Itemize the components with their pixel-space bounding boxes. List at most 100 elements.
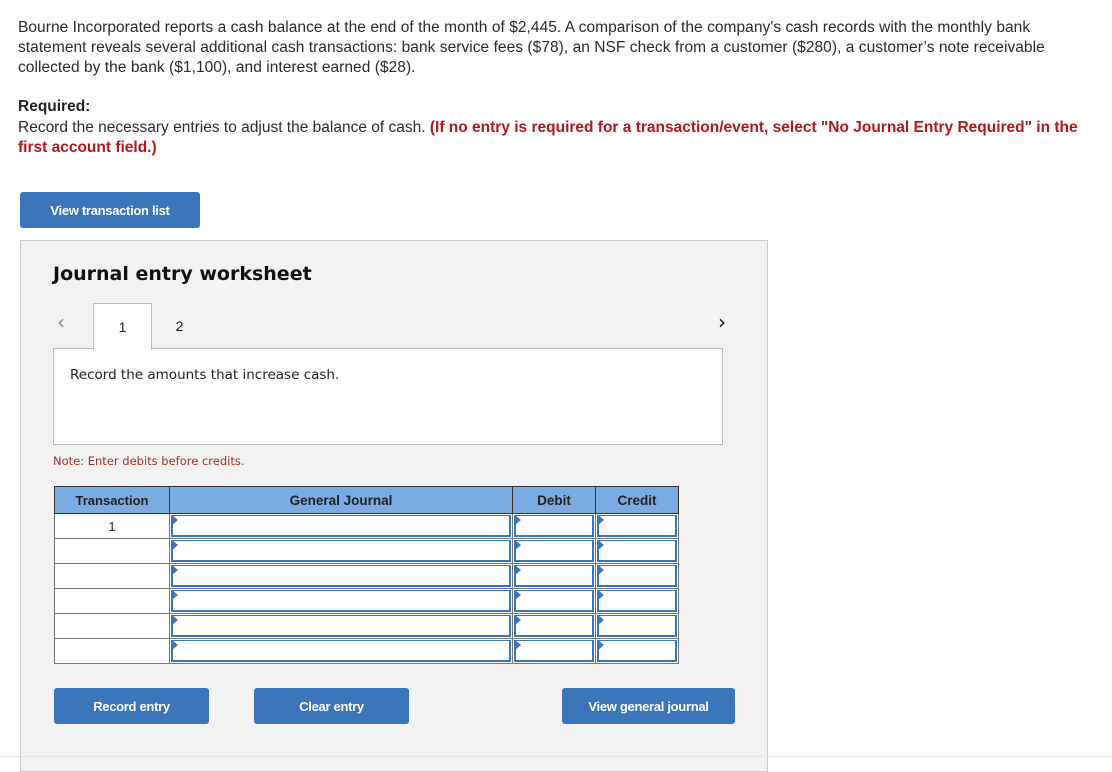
header-general-journal: General Journal bbox=[169, 486, 513, 514]
field-marker-icon bbox=[172, 615, 178, 625]
account-field[interactable] bbox=[171, 615, 511, 637]
header-debit: Debit bbox=[512, 486, 596, 514]
field-marker-icon bbox=[515, 540, 521, 550]
field-marker-icon bbox=[515, 640, 521, 650]
instruction-text: Record the amounts that increase cash. bbox=[70, 367, 340, 383]
credit-field-cell bbox=[595, 563, 679, 589]
required-text: Record the necessary entries to adjust t… bbox=[18, 118, 1093, 158]
field-marker-icon bbox=[515, 565, 521, 575]
field-marker-icon bbox=[172, 540, 178, 550]
credit-field-cell bbox=[595, 513, 679, 539]
transaction-cell bbox=[54, 563, 170, 589]
debit-field[interactable] bbox=[514, 615, 594, 637]
credit-field-input[interactable] bbox=[599, 566, 675, 585]
field-marker-icon bbox=[515, 515, 521, 525]
journal-entry-worksheet: Journal entry worksheet ‹ 1 2 › Record t… bbox=[20, 240, 768, 772]
account-field-input[interactable] bbox=[173, 566, 509, 585]
account-field-cell bbox=[169, 588, 513, 614]
table-row bbox=[54, 613, 679, 639]
field-marker-icon bbox=[598, 590, 604, 600]
field-marker-icon bbox=[172, 565, 178, 575]
problem-statement: Bourne Incorporated reports a cash balan… bbox=[18, 19, 1045, 76]
account-field[interactable] bbox=[171, 640, 511, 662]
credit-field[interactable] bbox=[597, 565, 677, 587]
debit-field-cell bbox=[512, 638, 596, 664]
account-field-cell bbox=[169, 538, 513, 564]
account-field[interactable] bbox=[171, 515, 511, 537]
required-label: Required: bbox=[18, 98, 91, 115]
clear-entry-button[interactable]: Clear entry bbox=[254, 688, 409, 724]
field-marker-icon bbox=[515, 590, 521, 600]
table-row bbox=[54, 588, 679, 614]
account-field[interactable] bbox=[171, 565, 511, 587]
account-field-cell bbox=[169, 513, 513, 539]
debit-field[interactable] bbox=[514, 565, 594, 587]
field-marker-icon bbox=[172, 590, 178, 600]
debit-field-input[interactable] bbox=[516, 516, 592, 535]
chevron-right-icon[interactable]: › bbox=[718, 310, 726, 334]
debit-field[interactable] bbox=[514, 540, 594, 562]
account-field-cell bbox=[169, 638, 513, 664]
debit-field-input[interactable] bbox=[516, 641, 592, 660]
account-field-input[interactable] bbox=[173, 616, 509, 635]
field-marker-icon bbox=[598, 540, 604, 550]
field-marker-icon bbox=[515, 615, 521, 625]
account-field[interactable] bbox=[171, 540, 511, 562]
header-credit: Credit bbox=[595, 486, 679, 514]
view-transaction-list-button[interactable]: View transaction list bbox=[20, 192, 200, 228]
view-general-journal-button[interactable]: View general journal bbox=[562, 688, 735, 724]
page-divider bbox=[0, 756, 1112, 757]
field-marker-icon bbox=[598, 615, 604, 625]
credit-field-cell bbox=[595, 613, 679, 639]
record-entry-button[interactable]: Record entry bbox=[54, 688, 209, 724]
credit-field-input[interactable] bbox=[599, 616, 675, 635]
instruction-box: Record the amounts that increase cash. bbox=[53, 348, 723, 445]
debit-field-input[interactable] bbox=[516, 616, 592, 635]
field-marker-icon bbox=[598, 515, 604, 525]
account-field-input[interactable] bbox=[173, 541, 509, 560]
credit-field-input[interactable] bbox=[599, 641, 675, 660]
credit-field[interactable] bbox=[597, 540, 677, 562]
credit-field[interactable] bbox=[597, 590, 677, 612]
credit-field[interactable] bbox=[597, 615, 677, 637]
debit-field-input[interactable] bbox=[516, 541, 592, 560]
debits-note: Note: Enter debits before credits. bbox=[53, 454, 245, 468]
table-row bbox=[54, 538, 679, 564]
required-body: Record the necessary entries to adjust t… bbox=[18, 119, 430, 136]
credit-field-cell bbox=[595, 538, 679, 564]
transaction-cell: 1 bbox=[54, 513, 170, 539]
transaction-cell bbox=[54, 613, 170, 639]
debit-field-cell bbox=[512, 513, 596, 539]
worksheet-title: Journal entry worksheet bbox=[53, 263, 312, 285]
account-field-input[interactable] bbox=[173, 641, 509, 660]
debit-field-cell bbox=[512, 538, 596, 564]
field-marker-icon bbox=[598, 640, 604, 650]
tab-1[interactable]: 1 bbox=[93, 303, 152, 350]
credit-field-input[interactable] bbox=[599, 541, 675, 560]
credit-field-input[interactable] bbox=[599, 516, 675, 535]
field-marker-icon bbox=[172, 640, 178, 650]
table-header-row: Transaction General Journal Debit Credit bbox=[54, 486, 679, 514]
debit-field[interactable] bbox=[514, 515, 594, 537]
credit-field-cell bbox=[595, 588, 679, 614]
account-field-input[interactable] bbox=[173, 516, 509, 535]
debit-field-input[interactable] bbox=[516, 591, 592, 610]
debit-field[interactable] bbox=[514, 590, 594, 612]
account-field[interactable] bbox=[171, 590, 511, 612]
credit-field-input[interactable] bbox=[599, 591, 675, 610]
credit-field[interactable] bbox=[597, 640, 677, 662]
credit-field[interactable] bbox=[597, 515, 677, 537]
table-row: 1 bbox=[54, 513, 679, 539]
field-marker-icon bbox=[598, 565, 604, 575]
transaction-cell bbox=[54, 588, 170, 614]
tab-2[interactable]: 2 bbox=[151, 303, 208, 349]
account-field-input[interactable] bbox=[173, 591, 509, 610]
table-row bbox=[54, 638, 679, 664]
chevron-left-icon[interactable]: ‹ bbox=[57, 310, 65, 334]
account-field-cell bbox=[169, 563, 513, 589]
transaction-cell bbox=[54, 638, 170, 664]
debit-field[interactable] bbox=[514, 640, 594, 662]
header-transaction: Transaction bbox=[54, 486, 170, 514]
field-marker-icon bbox=[172, 515, 178, 525]
debit-field-input[interactable] bbox=[516, 566, 592, 585]
